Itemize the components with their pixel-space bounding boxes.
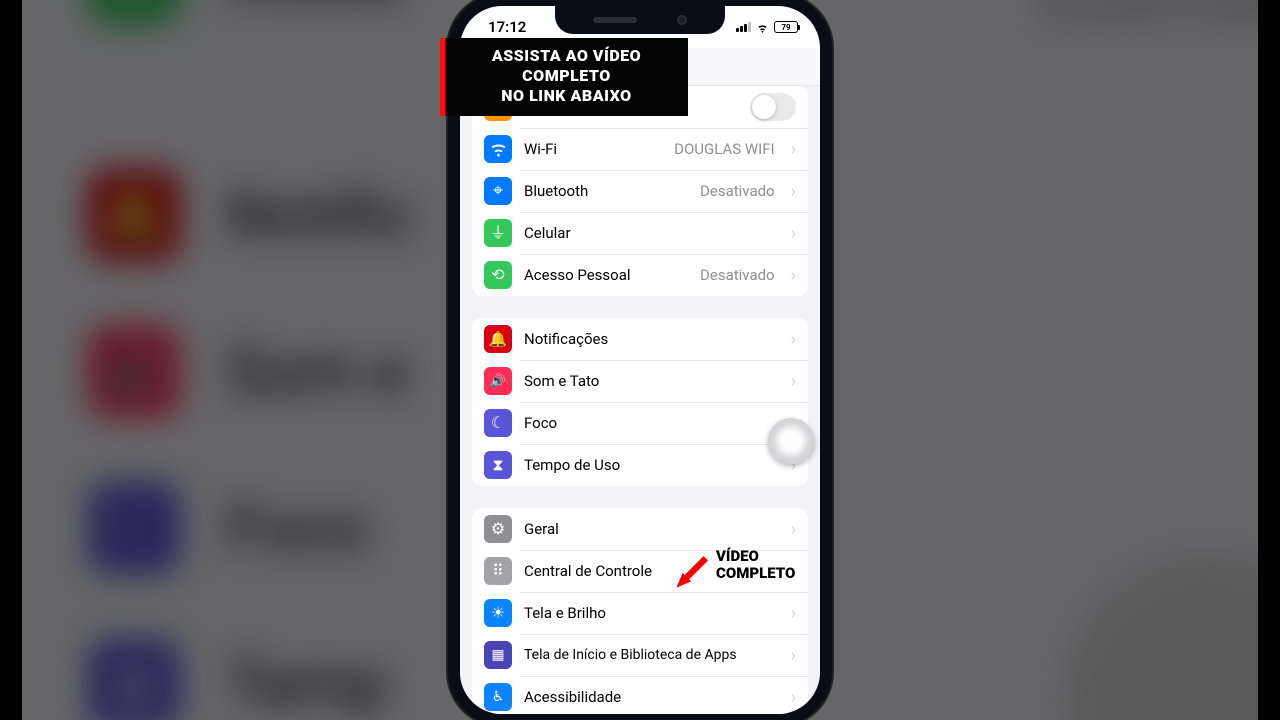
settings-group-general: ⚙ Geral › ⠿ Central de Controle › ☀ Tela… bbox=[472, 508, 808, 714]
hotspot-icon: ⟲ bbox=[88, 0, 180, 24]
chevron-right-icon: › bbox=[791, 519, 796, 540]
chevron-right-icon: › bbox=[791, 181, 796, 202]
battery-icon: 79 bbox=[774, 21, 798, 33]
bell-icon: 🔔 bbox=[484, 325, 512, 353]
row-wifi[interactable]: Wi-Fi DOUGLAS WIFI › bbox=[472, 128, 808, 170]
signal-icon bbox=[736, 22, 751, 32]
chevron-right-icon: › bbox=[791, 139, 796, 160]
chevron-right-icon: › bbox=[791, 265, 796, 286]
wifi-icon bbox=[484, 135, 512, 163]
chevron-right-icon: › bbox=[791, 645, 796, 666]
banner-line2: NO LINK ABAIXO bbox=[457, 86, 676, 106]
status-time: 17:12 bbox=[488, 18, 526, 36]
row-focus[interactable]: ☾ Foco › bbox=[472, 402, 808, 444]
row-general[interactable]: ⚙ Geral › bbox=[472, 508, 808, 550]
chevron-right-icon: › bbox=[791, 371, 796, 392]
speaker-icon: 🔊 bbox=[484, 367, 512, 395]
assistive-touch-button[interactable] bbox=[768, 418, 814, 464]
assistive-touch-bg bbox=[1066, 556, 1280, 720]
row-label: Acessibilidade bbox=[524, 688, 775, 706]
moon-icon: ☾ bbox=[88, 482, 180, 574]
row-value: Desativado bbox=[700, 266, 775, 284]
row-cellular[interactable]: ⏚ Celular › bbox=[472, 212, 808, 254]
moon-icon: ☾ bbox=[484, 409, 512, 437]
row-label: Celular bbox=[524, 224, 775, 242]
video-bar-right bbox=[1258, 0, 1280, 720]
annotation-arrow: VÍDEO COMPLETO bbox=[670, 552, 795, 594]
bluetooth-icon: ⌖ bbox=[484, 177, 512, 205]
row-accessibility[interactable]: ♿︎ Acessibilidade › bbox=[472, 676, 808, 714]
row-sounds[interactable]: 🔊 Som e Tato › bbox=[472, 360, 808, 402]
row-label: Bluetooth bbox=[524, 182, 688, 200]
annotation-line2: COMPLETO bbox=[716, 565, 795, 582]
settings-group-notifications: 🔔 Notificações › 🔊 Som e Tato › ☾ Foco ›… bbox=[472, 318, 808, 486]
annotation-line1: VÍDEO bbox=[716, 548, 795, 565]
app-grid-icon: ▦ bbox=[484, 641, 512, 669]
hotspot-icon: ⟲ bbox=[484, 261, 512, 289]
row-value: Desativado bbox=[700, 182, 775, 200]
row-label: Notificações bbox=[524, 330, 775, 348]
wifi-status-icon bbox=[755, 21, 770, 33]
row-label: Geral bbox=[524, 520, 775, 538]
chevron-right-icon: › bbox=[791, 223, 796, 244]
row-value: DOUGLAS WIFI bbox=[674, 140, 775, 158]
video-bar-left bbox=[0, 0, 22, 720]
arrow-icon bbox=[670, 552, 712, 594]
speaker-icon: 🔊 bbox=[88, 326, 180, 418]
settings-screen[interactable]: ✈ Modo Avião Wi-Fi DOUGLAS WIFI › ⌖ Blue… bbox=[460, 48, 820, 714]
airplane-toggle[interactable] bbox=[750, 93, 796, 121]
row-screen-time[interactable]: ⧗ Tempo de Uso › bbox=[472, 444, 808, 486]
row-bluetooth[interactable]: ⌖ Bluetooth Desativado › bbox=[472, 170, 808, 212]
row-label: Tela e Brilho bbox=[524, 604, 775, 622]
phone-notch bbox=[555, 6, 725, 34]
row-display-brightness[interactable]: ☀ Tela e Brilho › bbox=[472, 592, 808, 634]
hourglass-icon: ⧗ bbox=[484, 451, 512, 479]
bell-icon: 🔔 bbox=[88, 169, 180, 261]
row-label: Tela de Início e Biblioteca de Apps bbox=[524, 647, 775, 663]
row-notifications[interactable]: 🔔 Notificações › bbox=[472, 318, 808, 360]
hourglass-icon: ⧗ bbox=[88, 638, 180, 720]
chevron-right-icon: › bbox=[791, 603, 796, 624]
accessibility-icon: ♿︎ bbox=[484, 683, 512, 711]
gear-icon: ⚙ bbox=[484, 515, 512, 543]
row-label: Foco bbox=[524, 414, 775, 432]
brightness-icon: ☀ bbox=[484, 599, 512, 627]
chevron-right-icon: › bbox=[791, 687, 796, 708]
row-label: Som e Tato bbox=[524, 372, 775, 390]
sliders-icon: ⠿ bbox=[484, 557, 512, 585]
row-label: Wi-Fi bbox=[524, 140, 662, 158]
antenna-icon: ⏚ bbox=[484, 219, 512, 247]
row-label: Tempo de Uso bbox=[524, 456, 775, 474]
row-label: Acesso Pessoal bbox=[524, 266, 688, 284]
overlay-banner: ASSISTA AO VÍDEO COMPLETO NO LINK ABAIXO bbox=[440, 38, 688, 116]
banner-line1: ASSISTA AO VÍDEO COMPLETO bbox=[457, 46, 676, 86]
row-home-screen[interactable]: ▦ Tela de Início e Biblioteca de Apps › bbox=[472, 634, 808, 676]
settings-group-connectivity: ✈ Modo Avião Wi-Fi DOUGLAS WIFI › ⌖ Blue… bbox=[472, 86, 808, 296]
row-hotspot[interactable]: ⟲ Acesso Pessoal Desativado › bbox=[472, 254, 808, 296]
chevron-right-icon: › bbox=[791, 329, 796, 350]
